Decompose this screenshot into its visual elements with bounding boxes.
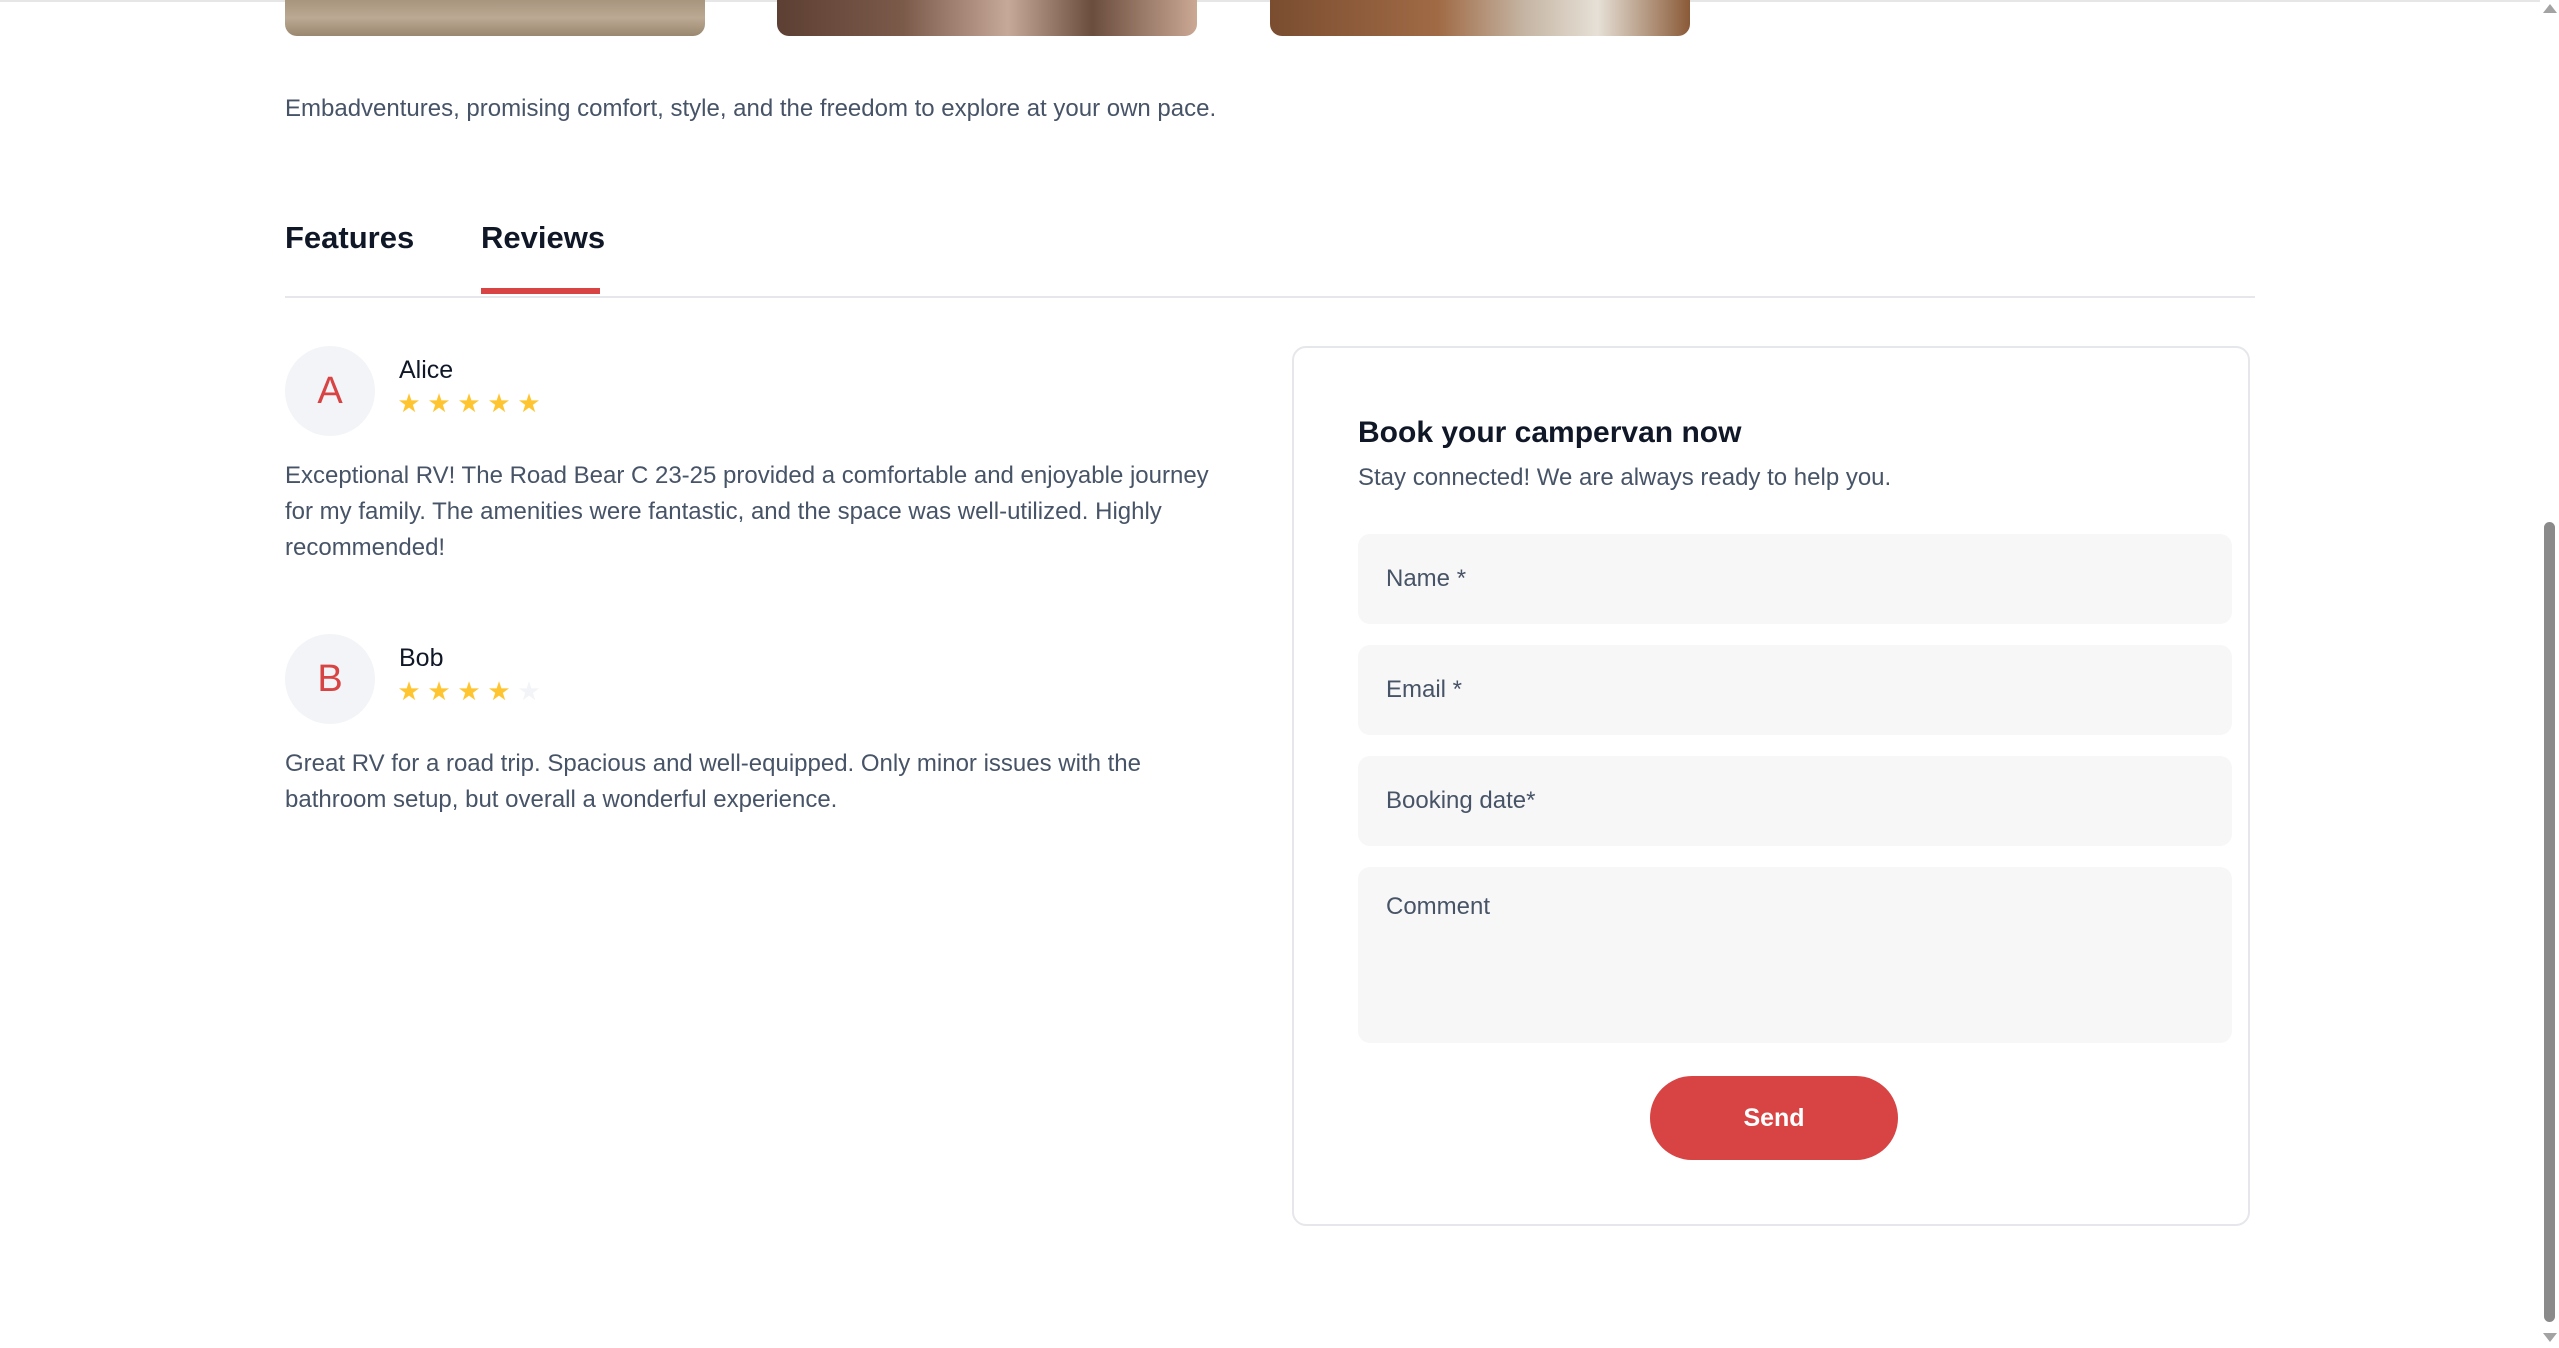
star-rating: ★ ★ ★ ★ ★ xyxy=(397,678,541,704)
tab-features[interactable]: Features xyxy=(285,218,414,258)
tab-reviews[interactable]: Reviews xyxy=(481,218,605,258)
review-text: Great RV for a road trip. Spacious and w… xyxy=(285,750,1141,813)
star-rating: ★ ★ ★ ★ ★ xyxy=(397,390,541,416)
star-icon: ★ xyxy=(397,676,421,706)
reviewer-name: Bob xyxy=(399,644,444,672)
avatar: A xyxy=(285,346,375,436)
review-text: Exceptional RV! The Road Bear C 23-25 pr… xyxy=(285,462,1209,561)
star-icon: ★ xyxy=(517,388,541,418)
star-icon: ★ xyxy=(487,388,511,418)
avatar: B xyxy=(285,634,375,724)
scrollbar-thumb[interactable] xyxy=(2544,522,2555,1322)
booking-title: Book your campervan now xyxy=(1358,416,1742,449)
intro-text: Embadventures, promising comfort, style,… xyxy=(285,95,1217,122)
star-icon: ★ xyxy=(397,388,421,418)
comment-textarea[interactable] xyxy=(1358,867,2232,1043)
scroll-up-arrow-icon[interactable] xyxy=(2543,4,2557,13)
scrollbar[interactable] xyxy=(2540,0,2559,1348)
name-input[interactable] xyxy=(1358,534,2232,624)
scroll-down-arrow-icon[interactable] xyxy=(2543,1333,2557,1342)
star-icon: ★ xyxy=(487,676,511,706)
booking-subtitle: Stay connected! We are always ready to h… xyxy=(1358,464,1892,491)
email-input[interactable] xyxy=(1358,645,2232,735)
booking-form-card: Book your campervan now Stay connected! … xyxy=(1292,346,2250,1226)
booking-date-input[interactable] xyxy=(1358,756,2232,846)
send-button[interactable]: Send xyxy=(1650,1076,1898,1160)
star-icon: ★ xyxy=(427,676,451,706)
star-icon: ★ xyxy=(517,676,541,706)
gallery-image-1[interactable] xyxy=(285,0,705,36)
star-icon: ★ xyxy=(457,388,481,418)
page: Embadventures, promising comfort, style,… xyxy=(0,0,2540,1348)
star-icon: ★ xyxy=(427,388,451,418)
star-icon: ★ xyxy=(457,676,481,706)
tabs-bar: Features Reviews xyxy=(285,210,2255,298)
gallery-image-2[interactable] xyxy=(777,0,1197,36)
active-tab-indicator xyxy=(481,288,600,294)
gallery-image-3[interactable] xyxy=(1270,0,1690,36)
reviewer-name: Alice xyxy=(399,356,454,384)
